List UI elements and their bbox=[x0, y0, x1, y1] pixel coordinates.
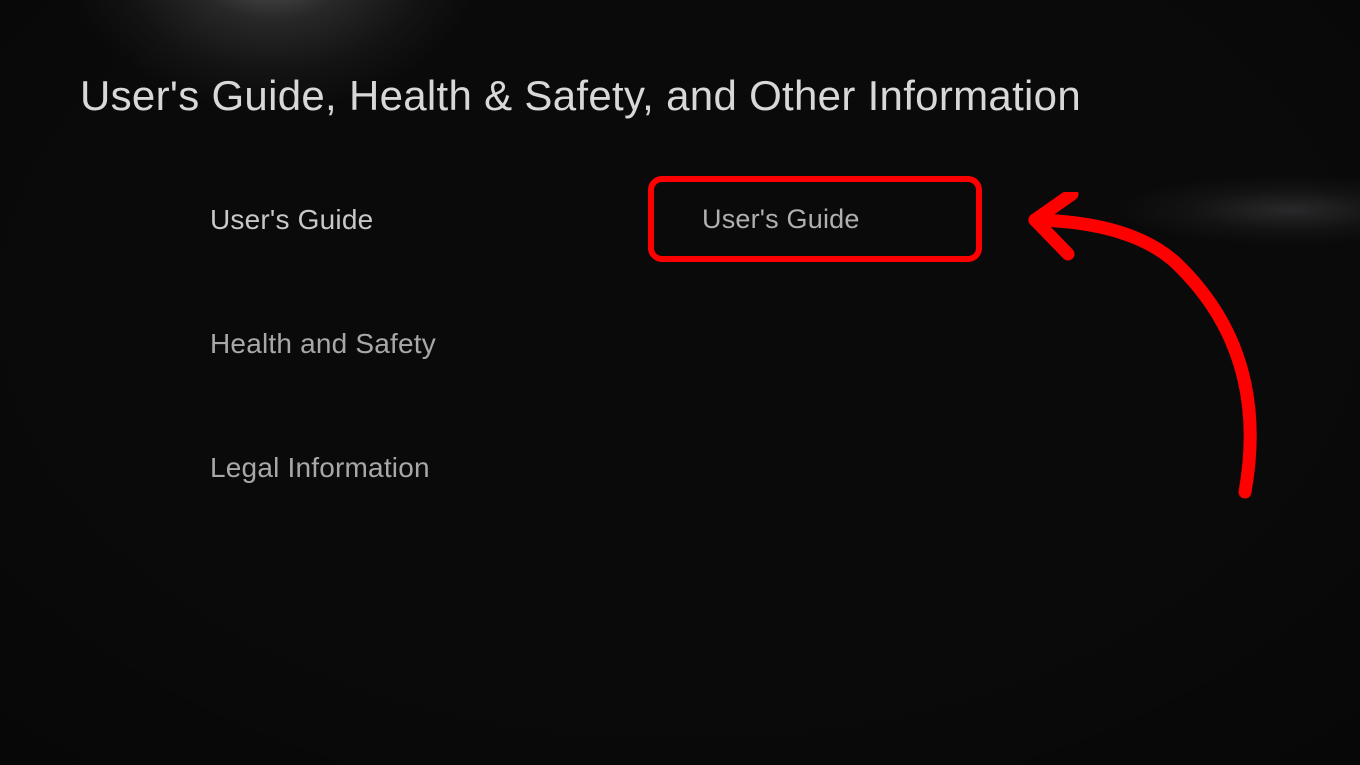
background-glow bbox=[1010, 150, 1360, 270]
annotation-arrow-icon bbox=[990, 192, 1280, 532]
sidebar-nav: User's Guide Health and Safety Legal Inf… bbox=[210, 192, 436, 564]
users-guide-button-label: User's Guide bbox=[702, 204, 860, 235]
sidebar-item-legal[interactable]: Legal Information bbox=[210, 440, 436, 496]
sidebar-item-users-guide[interactable]: User's Guide bbox=[210, 192, 436, 248]
page-title: User's Guide, Health & Safety, and Other… bbox=[80, 72, 1081, 120]
sidebar-item-label: User's Guide bbox=[210, 204, 373, 235]
sidebar-item-health-safety[interactable]: Health and Safety bbox=[210, 316, 436, 372]
sidebar-item-label: Health and Safety bbox=[210, 328, 436, 359]
users-guide-button[interactable]: User's Guide bbox=[654, 182, 976, 256]
sidebar-item-label: Legal Information bbox=[210, 452, 430, 483]
